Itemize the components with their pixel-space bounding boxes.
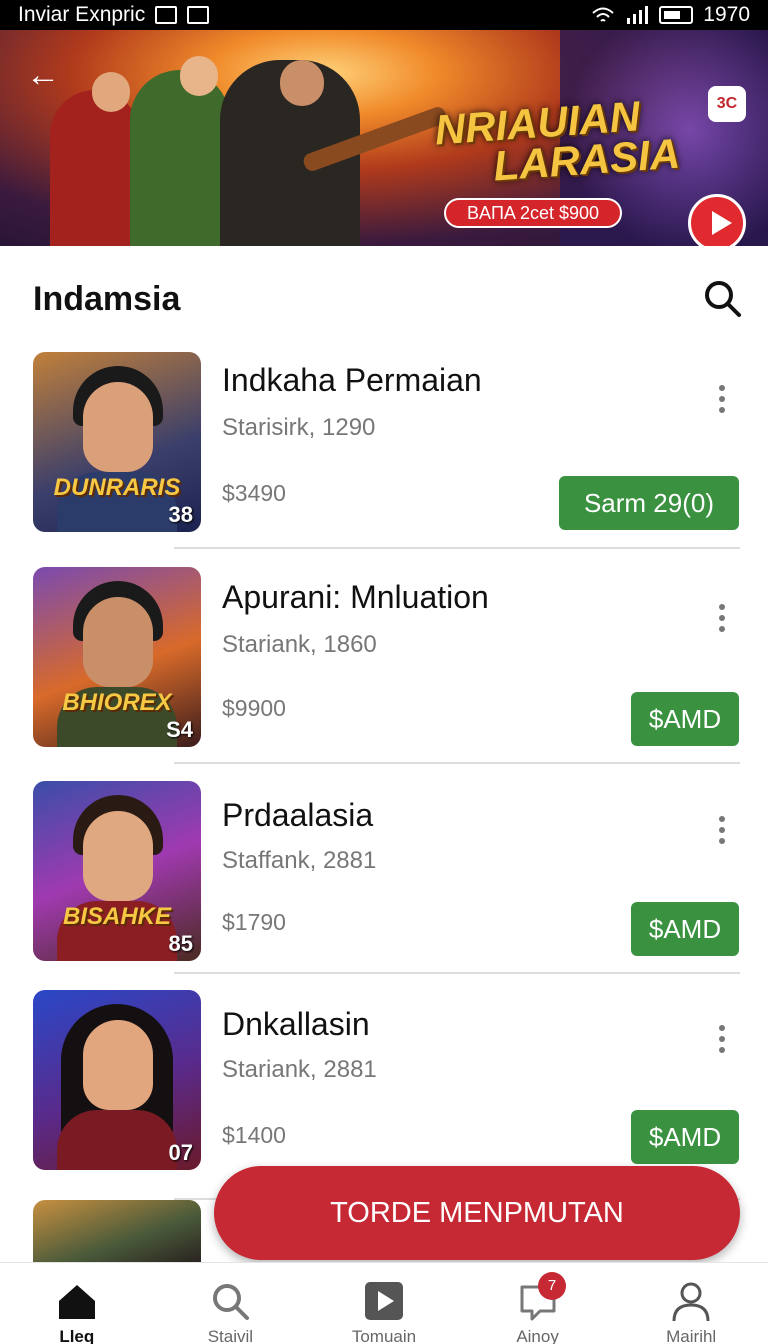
nav-label: Lleq (59, 1327, 95, 1344)
thumb-number: S4 (166, 717, 193, 742)
corner-badge[interactable]: 3C (708, 86, 746, 122)
carrier-label: Inviar Exnpric (18, 3, 146, 26)
play-icon (364, 1282, 403, 1320)
item-price: $9900 (222, 695, 286, 721)
nav-label: Mairihl (666, 1327, 717, 1344)
signal-icon (627, 6, 649, 24)
home-icon (58, 1285, 95, 1319)
divider (174, 547, 740, 549)
thumb-logo: DUNRARIS (53, 474, 181, 501)
play-icon[interactable] (688, 194, 746, 246)
item-subtitle: Stariank, 2881 (222, 1056, 377, 1083)
game-thumbnail[interactable]: 07 (33, 990, 201, 1170)
hero-face (280, 60, 324, 106)
item-price: $3490 (222, 480, 286, 506)
thumb-figure (83, 597, 153, 687)
banner-artwork (40, 50, 449, 246)
item-title[interactable]: Indkaha Permaian (222, 362, 482, 399)
item-subtitle: Staffank, 2881 (222, 847, 377, 874)
banner-subtitle: BAПA 2cet $900 (444, 198, 622, 228)
primary-cta-button[interactable]: TORDE MENPMUTAN (214, 1166, 740, 1260)
banner-title: NRIAUIAN LARASIA (433, 92, 681, 191)
notification-badge: 7 (538, 1272, 566, 1300)
bottom-navigation: Lleq Staivil Tomuain Ainoy Mairihl (0, 1262, 768, 1344)
hero-figure (130, 70, 230, 246)
search-icon (213, 1284, 250, 1320)
nav-item-notifications[interactable]: Ainoy (461, 1263, 615, 1344)
list-item[interactable]: BHIOREX S4 Apuranі: Mnluation Stariank, … (0, 565, 768, 779)
thumb-figure (83, 1020, 153, 1110)
clock: 1970 (703, 3, 750, 26)
thumb-logo: BHIOREX (62, 689, 172, 716)
more-options-icon[interactable] (714, 1020, 730, 1064)
list-item[interactable]: DUNRARIS 38 Indkaha Permaian Starisirk, … (0, 350, 768, 564)
game-thumbnail[interactable]: BHIOREX S4 (33, 567, 201, 747)
item-price: $1400 (222, 1122, 286, 1148)
promo-banner[interactable]: ← NRIAUIAN LARASIA BAПA 2cet $900 3C (0, 30, 768, 246)
buy-button[interactable]: Sarm 29(0) (559, 476, 739, 530)
buy-button[interactable]: $AMD (631, 692, 739, 746)
notification-icon (155, 6, 178, 24)
more-options-icon[interactable] (714, 599, 730, 643)
game-thumbnail[interactable] (33, 1200, 201, 1262)
hero-figure (50, 90, 140, 246)
divider (174, 972, 740, 974)
item-title[interactable]: Dnkallasin (222, 1006, 370, 1043)
list-item[interactable]: BISAHKE 85 Prdaalasia Staffank, 2881 $17… (0, 779, 768, 993)
status-bar: Inviar Exnpric 1970 (0, 0, 768, 30)
item-subtitle: Starisirk, 1290 (222, 414, 376, 441)
nav-item-profile[interactable]: Mairihl (614, 1263, 768, 1344)
battery-icon (659, 6, 694, 24)
page-title: Indamsia (33, 280, 181, 318)
thumb-number: 38 (168, 502, 193, 527)
game-thumbnail[interactable]: DUNRARIS 38 (33, 352, 201, 532)
more-options-icon[interactable] (714, 811, 730, 855)
hero-face (92, 72, 130, 112)
thumb-logo: BISAHKE (62, 903, 171, 930)
nav-label: Tomuain (351, 1327, 417, 1344)
buy-button[interactable]: $AMD (631, 1110, 739, 1164)
image-icon (187, 6, 210, 24)
nav-label: Ainoy (516, 1327, 559, 1344)
search-icon[interactable] (702, 278, 742, 318)
buy-button[interactable]: $AMD (631, 902, 739, 956)
nav-item-home[interactable]: Lleq (0, 1263, 154, 1344)
thumb-number: 07 (168, 1140, 193, 1165)
nav-item-search[interactable]: Staivil (154, 1263, 308, 1344)
more-options-icon[interactable] (714, 380, 730, 424)
back-arrow-icon[interactable]: ← (26, 56, 60, 95)
nav-item-video[interactable]: Tomuain (307, 1263, 461, 1344)
game-thumbnail[interactable]: BISAHKE 85 (33, 781, 201, 961)
thumb-figure (57, 1110, 177, 1170)
thumb-number: 85 (168, 931, 193, 956)
item-price: $1790 (222, 909, 286, 935)
item-subtitle: Stariank, 1860 (222, 631, 377, 658)
divider (174, 762, 740, 764)
item-title[interactable]: Prdaalasia (222, 797, 373, 834)
wifi-icon (592, 7, 614, 22)
item-title[interactable]: Apuranі: Mnluation (222, 579, 489, 616)
hero-face (180, 56, 218, 96)
nav-label: Staivil (207, 1327, 254, 1344)
thumb-figure (83, 382, 153, 472)
thumb-figure (83, 811, 153, 901)
profile-icon (672, 1282, 710, 1322)
